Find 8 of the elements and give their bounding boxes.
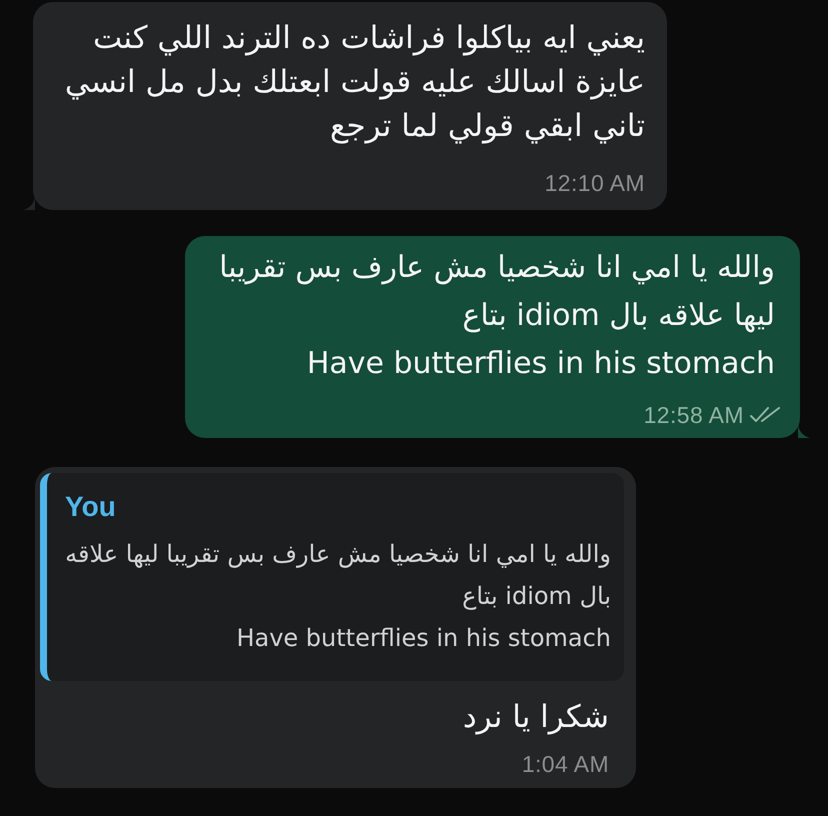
quote-text: والله يا امي انا شخصيا مش عارف بس تقريبا ليها علاقه بال idiom بتاع Have butterflies in his stomach: [65, 539, 611, 654]
quote-sender: You: [65, 490, 117, 524]
message-text: والله يا امي انا شخصيا مش عارف بس تقريبا ليها علاقه بال idiom بتاع Have butterflies in his stomach: [218, 249, 775, 383]
message-time: 1:04 AM: [522, 751, 609, 777]
message-time: 12:10 AM: [544, 170, 645, 196]
message-text: يعني ايه بياكلوا فراشات ده الترند اللي كنت عايزة اسالك عليه قولت ابعتلك بدل مل انسي تاني ابقي قولي لما ترجع: [64, 19, 645, 146]
message-text: شكرا يا نرد: [462, 698, 609, 737]
message-time: 12:58 AM: [644, 402, 744, 428]
